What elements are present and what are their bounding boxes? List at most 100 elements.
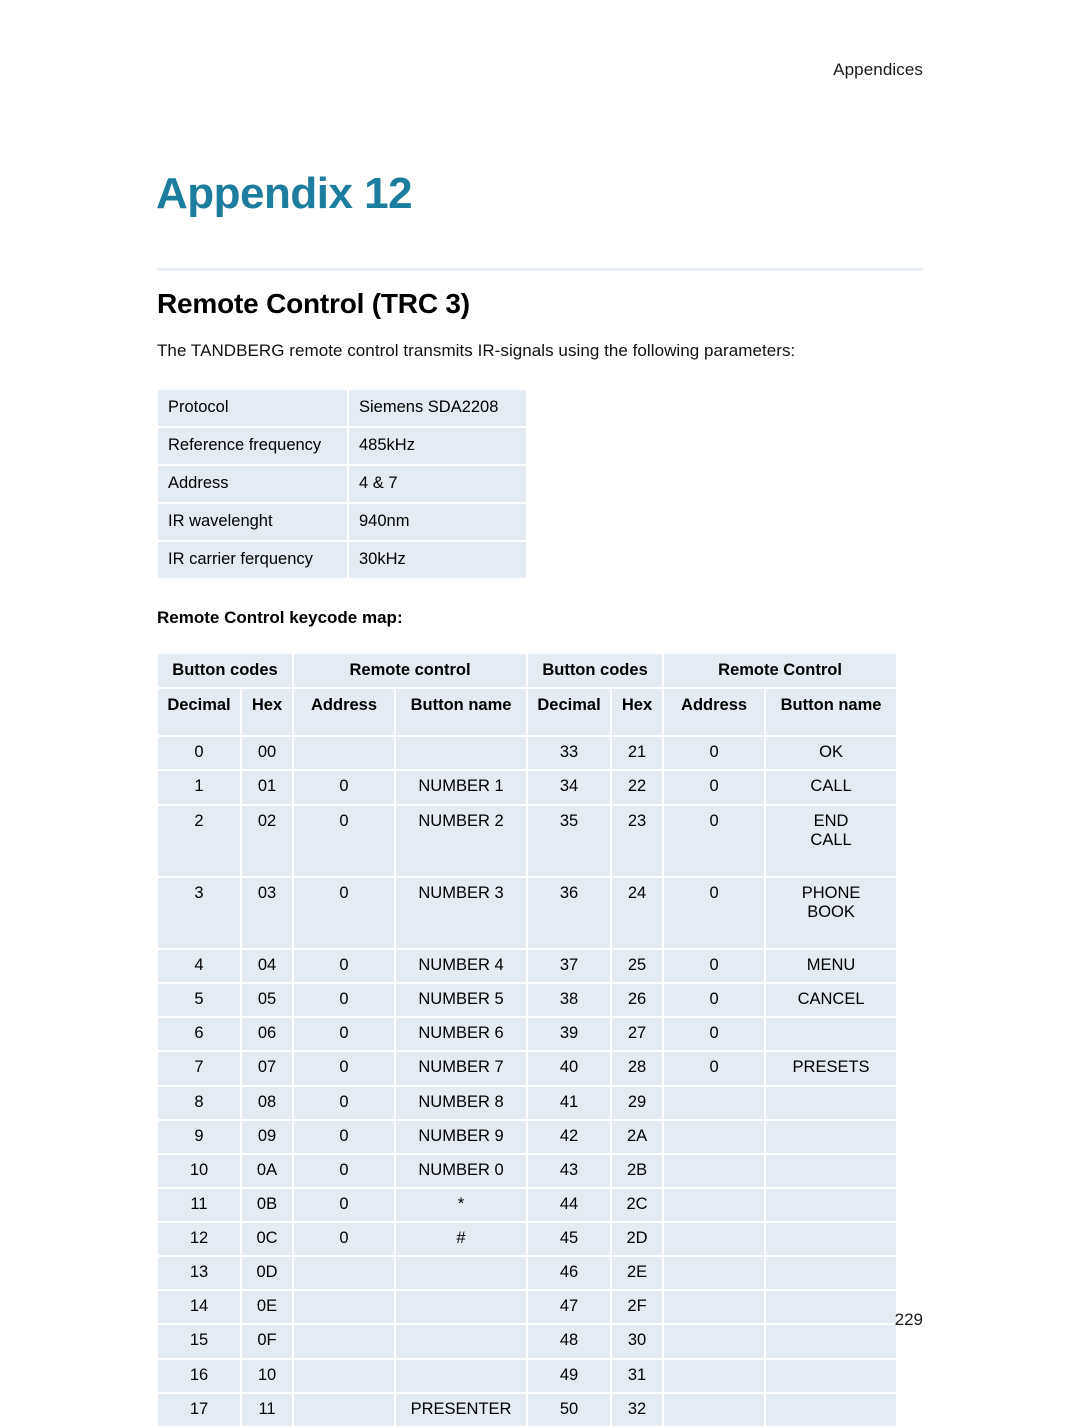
table-cell: *	[396, 1188, 527, 1221]
table-cell: OK	[766, 737, 897, 770]
parameter-value: 485kHz	[349, 427, 526, 464]
table-cell: 0	[664, 1052, 765, 1085]
table-cell: 16	[158, 1359, 240, 1392]
table-cell	[664, 1086, 765, 1119]
parameters-table-body: Protocol Siemens SDA2208 Reference frequen…	[158, 390, 526, 578]
table-cell	[766, 1359, 897, 1392]
table-cell: 2E	[612, 1257, 663, 1290]
table-cell: 32	[612, 1393, 663, 1426]
table-cell: 0	[294, 1018, 395, 1051]
table-cell	[294, 1325, 395, 1358]
parameters-table: Protocol Siemens SDA2208 Reference frequen…	[156, 388, 528, 580]
table-cell: 29	[612, 1086, 663, 1119]
table-cell: 0	[158, 737, 240, 770]
table-cell: 33	[528, 737, 611, 770]
table-row: 15 0F 48 30	[158, 1325, 897, 1358]
table-cell: NUMBER 2	[396, 805, 527, 876]
parameter-key: Reference frequency	[158, 427, 347, 464]
page-title: Appendix 12	[156, 169, 413, 218]
table-cell	[664, 1325, 765, 1358]
table-cell: 5	[158, 984, 240, 1017]
table-cell: 0	[664, 1018, 765, 1051]
table-cell: PRESETS	[766, 1052, 897, 1085]
table-cell: 02	[242, 805, 293, 876]
table-cell	[396, 1291, 527, 1324]
table-cell: NUMBER 5	[396, 984, 527, 1017]
running-header: Appendices	[833, 60, 923, 79]
table-cell: 11	[158, 1188, 240, 1221]
table-cell: 0A	[242, 1154, 293, 1187]
table-cell: 05	[242, 984, 293, 1017]
table-cell: 46	[528, 1257, 611, 1290]
table-cell: 0C	[242, 1223, 293, 1256]
parameter-value: Siemens SDA2208	[349, 390, 526, 426]
table-cell	[664, 1188, 765, 1221]
table-cell: 0F	[242, 1325, 293, 1358]
table-row: 16 10 49 31	[158, 1359, 897, 1392]
table-cell: 2A	[612, 1120, 663, 1153]
keycode-map-label: Remote Control keycode map:	[157, 608, 403, 627]
table-row: 8 08 0 NUMBER 8 41 29	[158, 1086, 897, 1119]
table-cell: 13	[158, 1257, 240, 1290]
table-cell: END CALL	[766, 805, 897, 876]
table-row: 5 05 0 NUMBER 5 38 26 0 CANCEL	[158, 984, 897, 1017]
table-cell: 38	[528, 984, 611, 1017]
table-row: 7 07 0 NUMBER 7 40 28 0 PRESETS	[158, 1052, 897, 1085]
table-row: 10 0A 0 NUMBER 0 43 2B	[158, 1154, 897, 1187]
keycode-map-group-header-row: Button codes Remote control Button codes Re…	[158, 654, 897, 688]
table-cell: 1	[158, 771, 240, 804]
table-cell	[664, 1223, 765, 1256]
table-cell: 0	[294, 1120, 395, 1153]
parameter-key: Address	[158, 465, 347, 502]
title-divider	[157, 268, 923, 271]
table-cell: 43	[528, 1154, 611, 1187]
table-cell: NUMBER 0	[396, 1154, 527, 1187]
parameter-value: 940nm	[349, 503, 526, 540]
table-cell: 42	[528, 1120, 611, 1153]
table-cell: 47	[528, 1291, 611, 1324]
table-cell: 0	[664, 771, 765, 804]
table-row: 4 04 0 NUMBER 4 37 25 0 MENU	[158, 950, 897, 983]
table-row: 14 0E 47 2F	[158, 1291, 897, 1324]
table-cell: NUMBER 3	[396, 877, 527, 948]
table-row: 13 0D 46 2E	[158, 1257, 897, 1290]
table-cell: 22	[612, 771, 663, 804]
table-cell: NUMBER 7	[396, 1052, 527, 1085]
table-cell: 0	[294, 805, 395, 876]
keycode-column-header: Button name	[766, 689, 897, 736]
table-cell: 04	[242, 950, 293, 983]
table-cell: 14	[158, 1291, 240, 1324]
table-cell: 28	[612, 1052, 663, 1085]
keycode-column-header: Button name	[396, 689, 527, 736]
keycode-column-header: Hex	[612, 689, 663, 736]
table-cell: NUMBER 4	[396, 950, 527, 983]
table-cell: 4	[158, 950, 240, 983]
keycode-group-header: Button codes	[528, 654, 663, 688]
parameter-key: IR wavelenght	[158, 503, 347, 540]
table-cell: NUMBER 1	[396, 771, 527, 804]
table-cell: 0	[294, 1154, 395, 1187]
table-cell: 12	[158, 1223, 240, 1256]
table-cell	[396, 1257, 527, 1290]
table-row: 12 0C 0 #45 2D	[158, 1223, 897, 1256]
table-cell: NUMBER 6	[396, 1018, 527, 1051]
table-cell: 0	[664, 737, 765, 770]
table-cell: 2F	[612, 1291, 663, 1324]
table-cell: 07	[242, 1052, 293, 1085]
table-cell	[664, 1154, 765, 1187]
table-cell: 23	[612, 805, 663, 876]
table-cell: 39	[528, 1018, 611, 1051]
table-cell: 3	[158, 877, 240, 948]
table-cell	[766, 1154, 897, 1187]
table-cell: 34	[528, 771, 611, 804]
table-cell: 9	[158, 1120, 240, 1153]
table-cell: 03	[242, 877, 293, 948]
table-cell: 15	[158, 1325, 240, 1358]
table-cell: 11	[242, 1393, 293, 1426]
keycode-column-header: Address	[664, 689, 765, 736]
table-cell: 06	[242, 1018, 293, 1051]
table-cell	[766, 1223, 897, 1256]
table-cell: 6	[158, 1018, 240, 1051]
table-cell: 25	[612, 950, 663, 983]
table-row: 11 0B 0 * 44 2C	[158, 1188, 897, 1221]
